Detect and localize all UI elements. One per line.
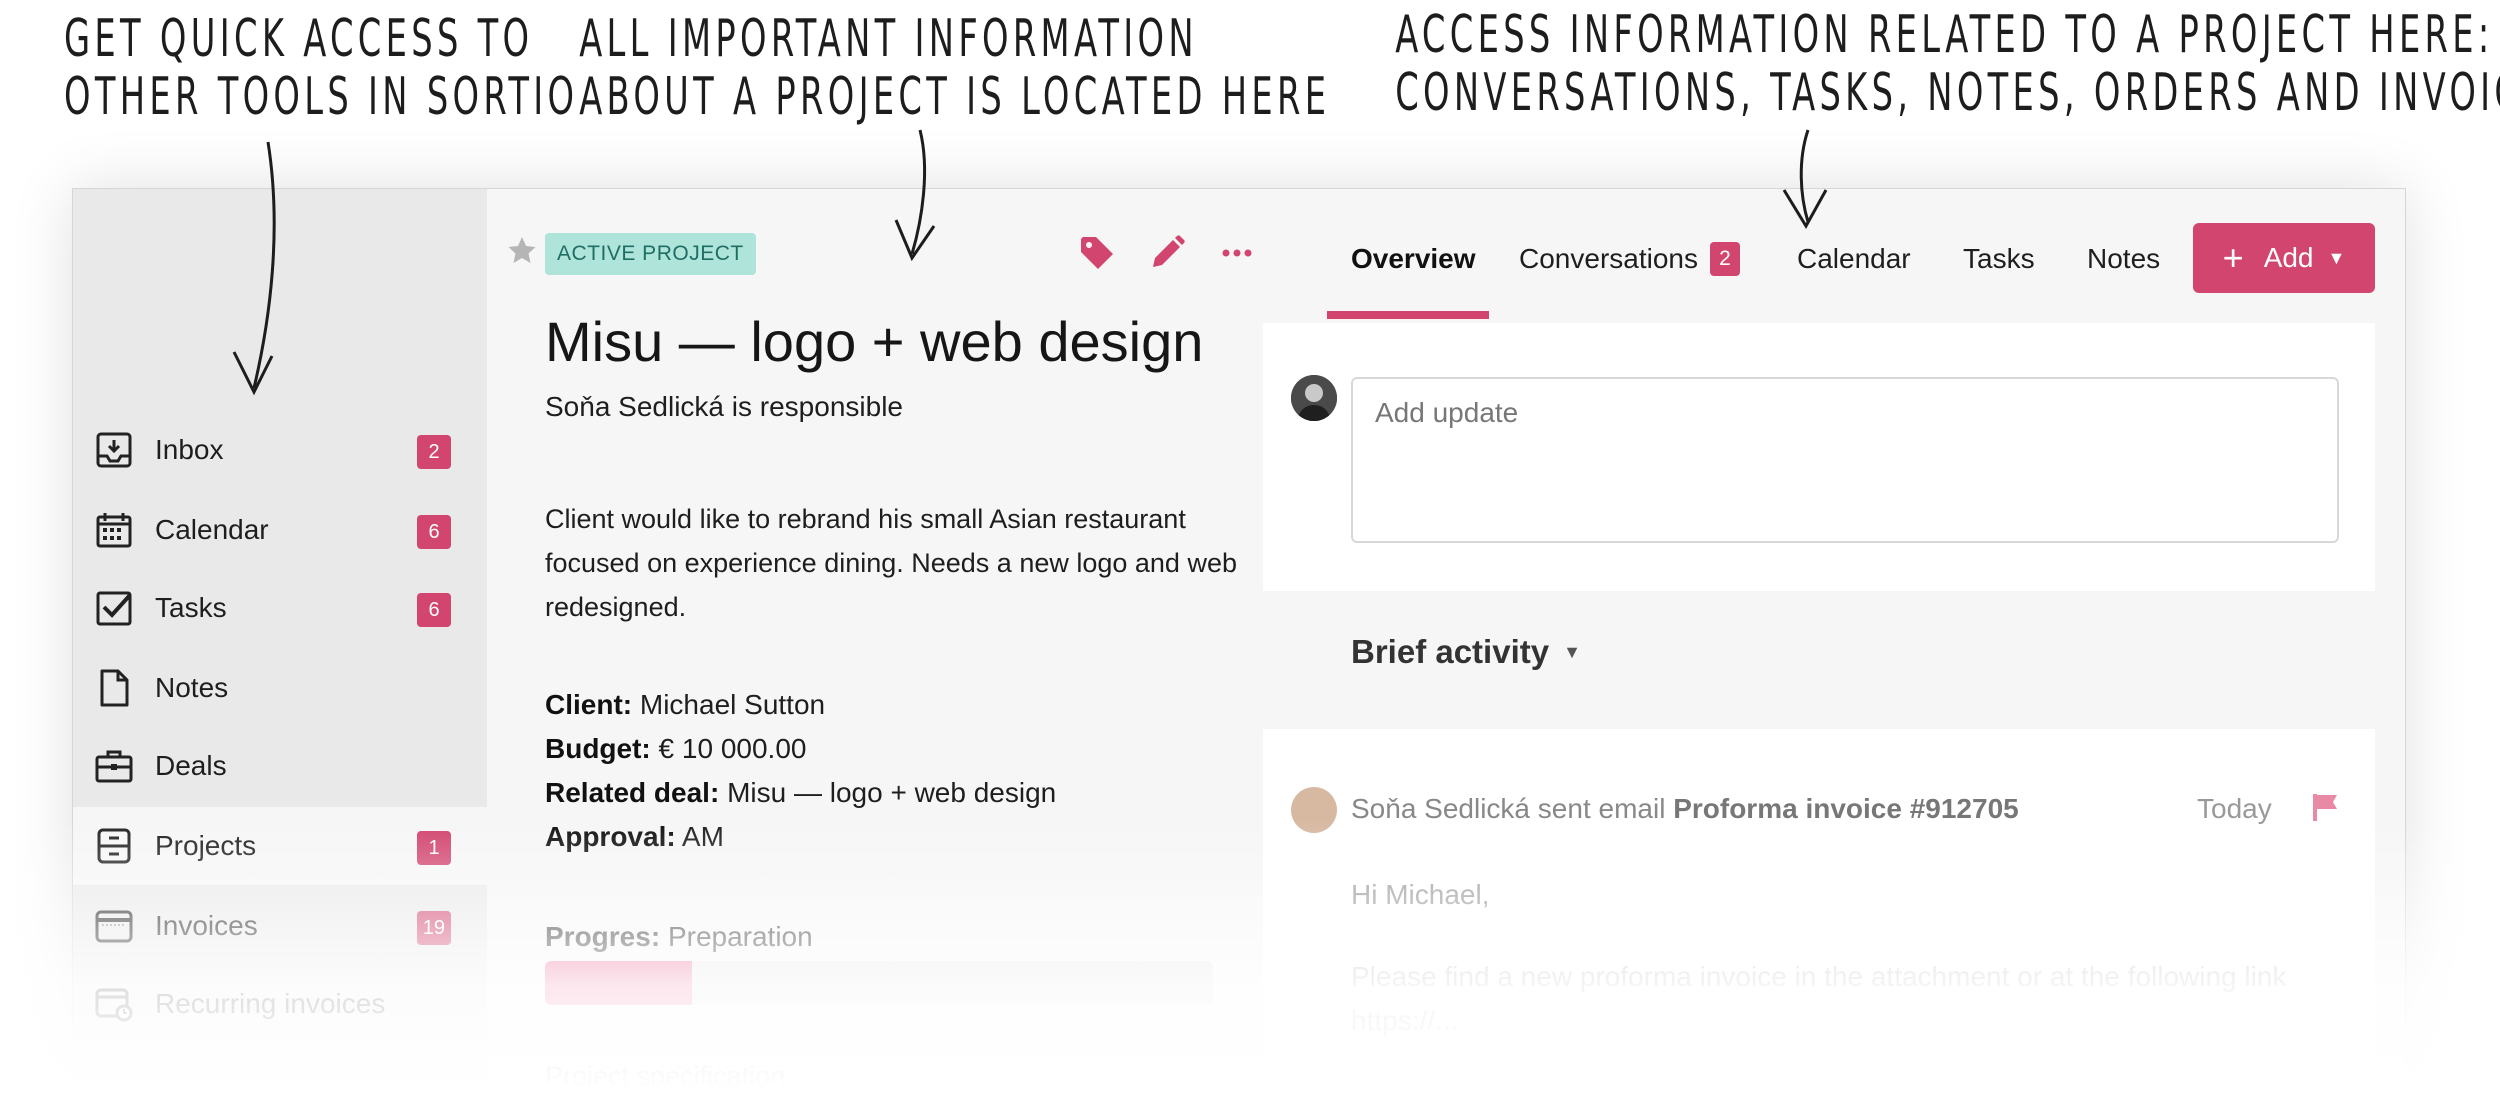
sidebar-item-deals[interactable]: Deals — [73, 727, 487, 805]
flag-icon[interactable] — [2309, 791, 2341, 823]
sidebar-item-label: Invoices — [155, 910, 258, 941]
email-greeting: Hi Michael, — [1351, 879, 1490, 910]
page-title: Misu — logo + web design — [545, 310, 1204, 373]
count-badge: 2 — [1709, 242, 1740, 276]
status-badge: ACTIVE PROJECT — [545, 233, 756, 275]
sidebar-item-label: Calendar — [155, 514, 269, 545]
approval-label: Approval: — [545, 821, 676, 852]
annotation-line: GET QUICK ACCESS TO — [63, 9, 534, 69]
annotation-line: OTHER TOOLS IN SORTIO — [63, 67, 579, 127]
sidebar-item-invoices[interactable]: Invoices 19 — [73, 887, 487, 965]
client-label: Client: — [545, 689, 633, 720]
related-deal-value[interactable]: Misu — logo + web design — [727, 777, 1056, 808]
annotation-line: CONVERSATIONS, TASKS, NOTES, ORDERS AND … — [1395, 63, 2500, 123]
tab-tasks[interactable]: Tasks — [1963, 229, 2035, 289]
activity-item: Soňa Sedlická sent email Proforma invoic… — [1263, 729, 2375, 1119]
tasks-icon — [93, 587, 135, 629]
projects-icon — [93, 825, 135, 867]
sidebar-item-label: Notes — [155, 672, 229, 703]
sidebar-item-label: Recurring invoices — [155, 988, 386, 1019]
app-window: Inbox 2 Calendar 6 Tasks 6 Notes Deals P… — [72, 188, 2406, 1120]
sidebar-item-label: Tasks — [155, 592, 227, 623]
project-details: ACTIVE PROJECT Misu — logo + web design … — [487, 189, 1287, 1119]
sidebar-item-calendar[interactable]: Calendar 6 — [73, 491, 487, 569]
recurring-invoices-icon — [93, 983, 135, 1025]
tab-label: Conversations — [1519, 243, 1698, 274]
budget-row: Budget: € 10 000.00 — [545, 733, 806, 765]
progress-label-key: Progres: — [545, 921, 661, 952]
approval-row: Approval: AM — [545, 821, 724, 853]
activity-action: sent email — [1537, 793, 1666, 824]
related-deal-row: Related deal: Misu — logo + web design — [545, 777, 1056, 809]
edit-icon[interactable] — [1147, 233, 1187, 273]
update-card — [1263, 323, 2375, 591]
count-badge: 6 — [417, 515, 451, 549]
progress-bar[interactable] — [545, 961, 1213, 1005]
tab-conversations[interactable]: Conversations 2 — [1519, 229, 1740, 289]
budget-label: Budget: — [545, 733, 651, 764]
sidebar-item-projects[interactable]: Projects 1 — [73, 807, 487, 885]
sidebar-item-notes[interactable]: Notes — [73, 649, 487, 727]
avatar — [1291, 375, 1337, 421]
related-deal-label: Related deal: — [545, 777, 720, 808]
project-specification-label: Project specification — [545, 1061, 786, 1091]
count-badge: 2 — [417, 435, 451, 469]
client-row: Client: Michael Sutton — [545, 689, 825, 721]
avatar — [1291, 787, 1337, 833]
sidebar-item-label: Projects — [155, 830, 257, 861]
annotation-line: ABOUT A PROJECT IS LOCATED HERE — [579, 67, 1331, 127]
approval-value: AM — [681, 821, 724, 852]
inbox-icon — [93, 429, 135, 471]
chevron-down-icon: ▼ — [2327, 247, 2346, 268]
count-badge: 6 — [417, 593, 451, 627]
count-badge: 19 — [416, 911, 451, 945]
responsible-person: Soňa Sedlická is responsible — [545, 391, 903, 422]
count-badge: 1 — [417, 831, 451, 865]
sidebar-item-tasks[interactable]: Tasks 6 — [73, 569, 487, 647]
progress-label: Progres: Preparation — [545, 921, 813, 953]
star-icon[interactable] — [507, 235, 537, 265]
more-icon[interactable] — [1217, 233, 1257, 273]
email-body-line: Please find a new proforma invoice in th… — [1351, 961, 2287, 992]
activity-filter[interactable]: Brief activity ▼ — [1351, 633, 1581, 671]
annotation-line: ACCESS INFORMATION RELATED TO A PROJECT … — [1395, 5, 2494, 65]
activity-summary: Soňa Sedlická sent email Proforma invoic… — [1351, 793, 2019, 825]
add-button[interactable]: + Add ▼ — [2193, 223, 2375, 293]
sidebar-item-inbox[interactable]: Inbox 2 — [73, 411, 487, 489]
tab-calendar[interactable]: Calendar — [1797, 229, 1911, 289]
tab-notes[interactable]: Notes — [2087, 229, 2179, 289]
add-button-label: Add — [2263, 242, 2314, 273]
invoices-icon — [93, 905, 135, 947]
tab-overview[interactable]: Overview — [1351, 229, 1476, 289]
email-body: Please find a new proforma invoice in th… — [1351, 955, 2311, 1043]
chevron-down-icon: ▼ — [1563, 641, 1581, 662]
budget-value: € 10 000.00 — [658, 733, 807, 764]
activity-actor: Soňa Sedlická — [1351, 793, 1531, 824]
annotation-line: ALL IMPORTANT INFORMATION — [579, 9, 1198, 69]
calendar-icon — [93, 509, 135, 551]
plus-icon: + — [2222, 237, 2244, 278]
notes-icon — [93, 667, 135, 709]
sidebar: Inbox 2 Calendar 6 Tasks 6 Notes Deals P… — [73, 189, 487, 1119]
activity-title: Brief activity — [1351, 633, 1550, 670]
email-body-line: https://... — [1351, 1005, 1459, 1036]
annotation-quick-access: GET QUICK ACCESS TO OTHER TOOLS IN SORTI… — [63, 9, 579, 127]
sidebar-item-label: Inbox — [155, 434, 224, 465]
sidebar-item-recurring-invoices[interactable]: Recurring invoices — [73, 965, 487, 1043]
sidebar-item-label: Deals — [155, 750, 227, 781]
project-description: Client would like to rebrand his small A… — [545, 504, 1237, 622]
add-update-input[interactable] — [1351, 377, 2339, 543]
tag-icon[interactable] — [1077, 233, 1117, 273]
client-value: Michael Sutton — [639, 689, 826, 720]
activity-subject[interactable]: Proforma invoice #912705 — [1673, 793, 2019, 824]
annotation-project-info: ALL IMPORTANT INFORMATION ABOUT A PROJEC… — [579, 9, 1331, 127]
deals-icon — [93, 745, 135, 787]
activity-date: Today — [2197, 793, 2272, 824]
progress-fill — [545, 961, 692, 1005]
active-tab-indicator — [1327, 311, 1489, 319]
progress-stage: Preparation — [667, 921, 813, 952]
annotation-project-tabs: ACCESS INFORMATION RELATED TO A PROJECT … — [1395, 5, 2500, 123]
